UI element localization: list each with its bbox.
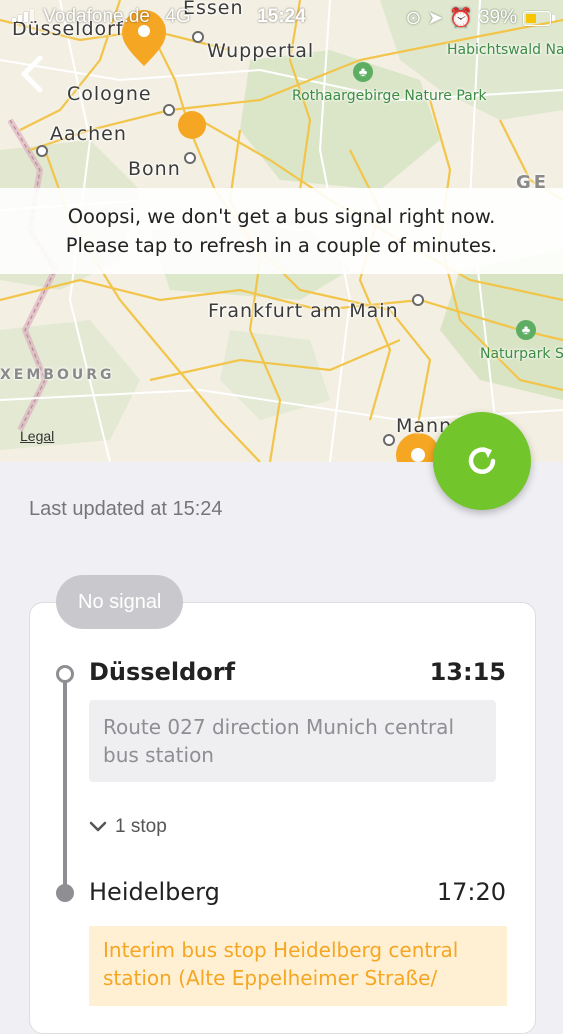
last-updated-label: Last updated at 15:24 <box>29 498 223 520</box>
back-button[interactable] <box>14 50 54 98</box>
region-label-luxembourg: XEMBOURG <box>0 367 115 383</box>
city-dot <box>412 294 424 306</box>
city-dot <box>36 145 48 157</box>
arrival-dot <box>56 884 74 902</box>
chevron-left-icon <box>21 55 43 93</box>
departure-dot <box>56 665 74 683</box>
battery-icon <box>523 10 555 26</box>
interim-stop-notice: Interim bus stop Heidelberg central stat… <box>89 926 507 1006</box>
alert-line-2: Please tap to refresh in a couple of min… <box>65 234 498 257</box>
park-label-habichtswald: Habichtswald Nature Park <box>447 42 563 58</box>
city-label-bonn: Bonn <box>128 158 181 180</box>
city-label-frankfurt: Frankfurt am Main <box>208 300 399 322</box>
status-right: ⊙ ➤ ⏰ 39% <box>405 6 555 30</box>
status-bar: Vodafone.de 4G 15:24 ⊙ ➤ ⏰ 39% <box>0 0 563 36</box>
no-signal-badge: No signal <box>56 575 184 629</box>
city-dot <box>184 152 196 164</box>
legal-link[interactable]: Legal <box>20 428 54 444</box>
city-label-aachen: Aachen <box>50 123 127 145</box>
no-signal-alert-banner[interactable]: Ooopsi, we don't get a bus signal right … <box>0 188 563 274</box>
refresh-button[interactable] <box>433 412 531 510</box>
intermediate-stops-toggle[interactable]: 1 stop <box>89 816 167 838</box>
bus-position-marker[interactable] <box>178 111 206 139</box>
route-info: Route 027 direction Munich central bus s… <box>89 700 496 782</box>
city-dot <box>163 104 175 116</box>
intermediate-stops-label: 1 stop <box>115 816 167 837</box>
battery-percent: 39% <box>478 7 517 28</box>
timeline-line <box>63 672 67 894</box>
arrival-city: Heidelberg <box>89 878 220 906</box>
rotation-lock-icon: ⊙ <box>405 7 422 29</box>
alarm-icon: ⏰ <box>449 8 473 29</box>
city-dot <box>383 434 395 446</box>
location-arrow-icon: ➤ <box>427 7 444 29</box>
park-label-spessart: Naturpark Spessart <box>480 346 563 362</box>
departure-city: Düsseldorf <box>89 658 236 686</box>
refresh-icon <box>468 447 496 474</box>
city-label-cologne: Cologne <box>67 83 152 105</box>
park-label-rothaargebirge: Rothaargebirge Nature Park <box>292 88 487 104</box>
chevron-down-icon <box>89 821 107 832</box>
alert-line-1: Ooopsi, we don't get a bus signal right … <box>67 205 496 228</box>
tree-icon: ♣ <box>516 320 536 340</box>
departure-time: 13:15 <box>429 658 506 686</box>
arrival-time: 17:20 <box>436 878 506 906</box>
tree-icon: ♣ <box>353 62 373 82</box>
city-label-wuppertal: Wuppertal <box>207 40 315 62</box>
map[interactable]: Düsseldorf Essen Wuppertal Cologne Aache… <box>0 0 563 462</box>
